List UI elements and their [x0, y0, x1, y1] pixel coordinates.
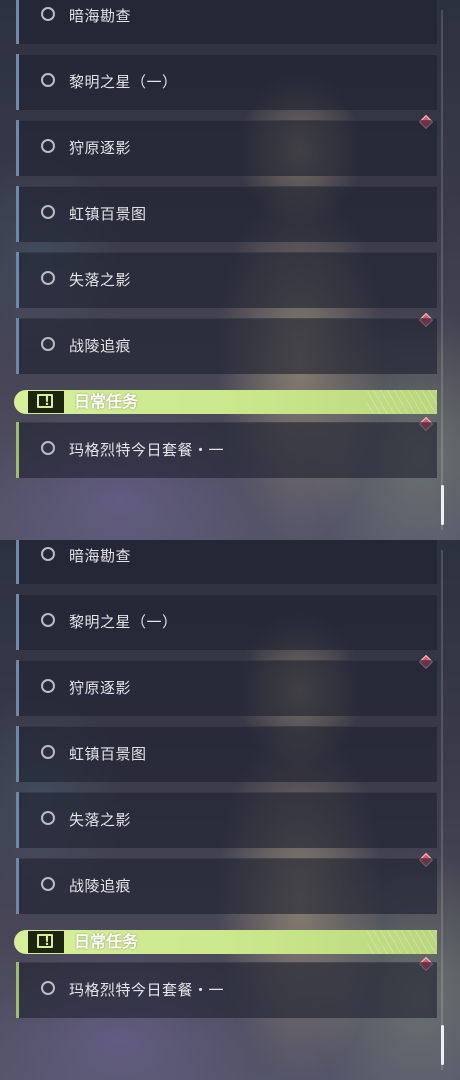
- quest-status-circle-icon: [41, 745, 55, 759]
- quest-item[interactable]: 暗海勘查: [16, 0, 437, 44]
- quest-status-circle-icon: [41, 981, 55, 995]
- quest-status-circle-icon: [41, 811, 55, 825]
- quest-status-circle-icon: [41, 547, 55, 561]
- quest-status-circle-icon: [41, 337, 55, 351]
- quest-status-circle-icon: [41, 877, 55, 891]
- quest-item[interactable]: 失落之影: [16, 792, 437, 848]
- category-header-daily[interactable]: ! 日常任务: [14, 390, 437, 414]
- quest-item[interactable]: 狩原逐影: [16, 120, 437, 176]
- quest-status-circle-icon: [41, 271, 55, 285]
- quest-status-circle-icon: [41, 73, 55, 87]
- daily-quest-item[interactable]: 玛格烈特今日套餐・一: [16, 422, 437, 478]
- quest-title: 黎明之星（一）: [69, 73, 178, 91]
- scrollbar-thumb[interactable]: [441, 1025, 444, 1065]
- quest-status-circle-icon: [41, 205, 55, 219]
- quest-status-circle-icon: [41, 679, 55, 693]
- exclamation-box-icon: !: [28, 391, 64, 413]
- quest-title: 失落之影: [69, 811, 132, 829]
- quest-item[interactable]: 虹镇百景图: [16, 726, 437, 782]
- quest-item[interactable]: 黎明之星（一）: [16, 54, 437, 110]
- quest-title: 玛格烈特今日套餐・一: [69, 981, 225, 999]
- quest-title: 玛格烈特今日套餐・一: [69, 441, 225, 459]
- quest-title: 失落之影: [69, 271, 132, 289]
- daily-quest-item[interactable]: 玛格烈特今日套餐・一: [16, 962, 437, 1018]
- quest-title: 黎明之星（一）: [69, 613, 178, 631]
- scrollbar-track[interactable]: [441, 10, 443, 530]
- quest-title: 虹镇百景图: [69, 745, 147, 763]
- quest-title: 暗海勘查: [69, 547, 132, 565]
- quest-item[interactable]: 暗海勘查: [16, 540, 437, 584]
- quest-title: 狩原逐影: [69, 139, 132, 157]
- quest-title: 战陵追痕: [69, 877, 132, 895]
- category-title: 日常任务: [74, 392, 139, 411]
- scrollbar-track[interactable]: [441, 550, 443, 1070]
- category-title: 日常任务: [74, 932, 139, 951]
- quest-title: 狩原逐影: [69, 679, 132, 697]
- quest-title: 暗海勘查: [69, 7, 132, 25]
- quest-list-panel: 暗海勘查 黎明之星（一） 狩原逐影 虹镇百景图 失落之影 战陵追痕 ! 日常任务…: [0, 0, 460, 540]
- quest-item[interactable]: 战陵追痕: [16, 858, 437, 914]
- quest-status-circle-icon: [41, 7, 55, 21]
- category-decoration: [367, 390, 437, 414]
- quest-list-panel: 暗海勘查 黎明之星（一） 狩原逐影 虹镇百景图 失落之影 战陵追痕 ! 日常任务…: [0, 540, 460, 1080]
- scrollbar-thumb[interactable]: [441, 485, 444, 525]
- quest-title: 虹镇百景图: [69, 205, 147, 223]
- quest-status-circle-icon: [41, 613, 55, 627]
- quest-item[interactable]: 虹镇百景图: [16, 186, 437, 242]
- quest-item[interactable]: 战陵追痕: [16, 318, 437, 374]
- quest-title: 战陵追痕: [69, 337, 132, 355]
- quest-status-circle-icon: [41, 441, 55, 455]
- quest-item[interactable]: 黎明之星（一）: [16, 594, 437, 650]
- category-header-daily[interactable]: ! 日常任务: [14, 930, 437, 954]
- exclamation-box-icon: !: [28, 931, 64, 953]
- quest-status-circle-icon: [41, 139, 55, 153]
- quest-item[interactable]: 失落之影: [16, 252, 437, 308]
- category-decoration: [367, 930, 437, 954]
- quest-item[interactable]: 狩原逐影: [16, 660, 437, 716]
